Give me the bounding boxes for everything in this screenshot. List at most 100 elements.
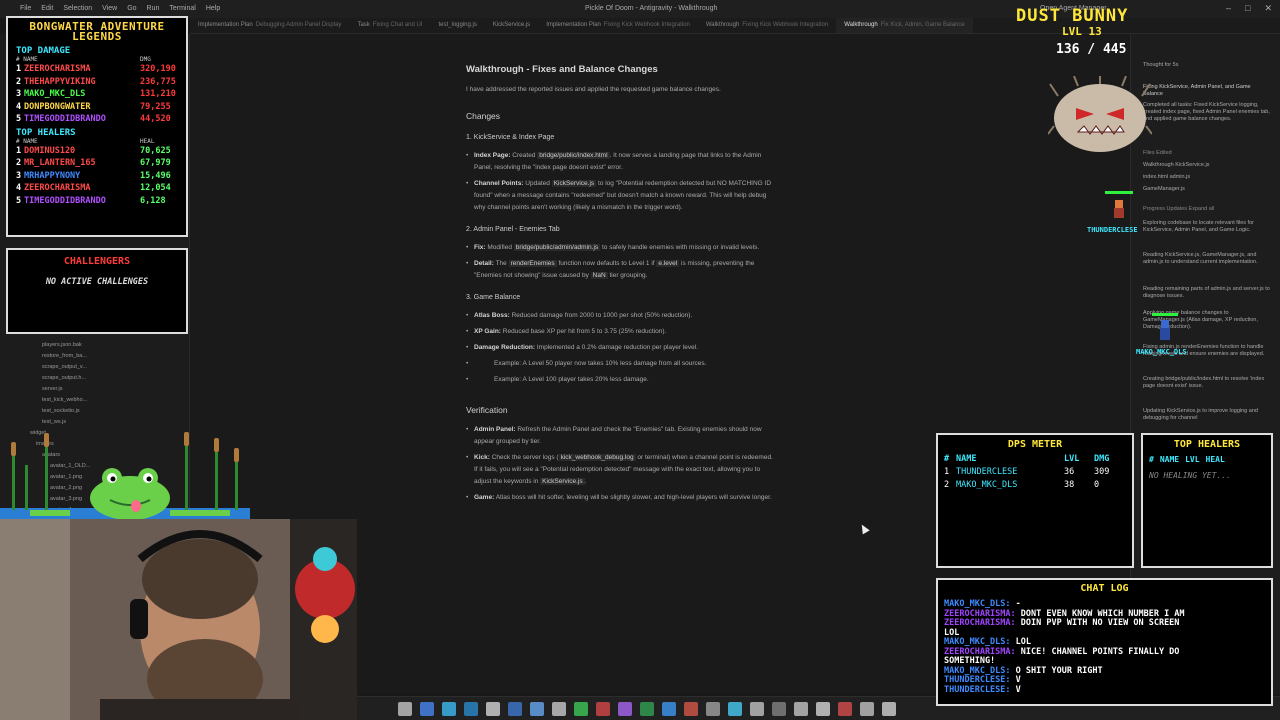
chat-text: DOIN PVP WITH NO VIEW ON SCREEN	[1020, 618, 1180, 628]
file-item[interactable]: test_socketio.js	[42, 406, 90, 417]
damage-row: 1 ZEEROCHARISMA 320,190	[8, 63, 186, 76]
taskbar-app-icon[interactable]	[816, 702, 830, 716]
bullet-item: Channel Points: Updated KickService.js t…	[466, 178, 776, 214]
chat-user: THUNDERCLESE:	[944, 684, 1011, 695]
progress-updates-heading[interactable]: Progress Updates Expand all	[1143, 206, 1271, 213]
tab-implementation-plan-1[interactable]: Implementation Plan Debugging Admin Panel…	[190, 18, 349, 33]
bullet-item: Admin Panel: Refresh the Admin Panel and…	[466, 424, 776, 448]
taskbar-app-icon[interactable]	[662, 702, 676, 716]
edited-file-link[interactable]: Walkthrough KickService.js	[1143, 162, 1271, 169]
player-name: DONPBONGWATER	[24, 101, 91, 112]
dps-row: 2 MAKO_MKC_DLS 38 0	[944, 480, 1100, 490]
minimize-icon[interactable]: –	[1226, 3, 1231, 14]
taskbar-app-icon[interactable]	[442, 702, 456, 716]
player-name: TIMEGODDIDBRANDO	[24, 114, 106, 124]
file-item[interactable]: test_kick_webho...	[42, 395, 90, 406]
damage-row: 2 THEHAPPYVIKING 236,775	[8, 76, 186, 89]
tab-kickservice[interactable]: KickService.js	[485, 18, 538, 33]
taskbar-app-icon[interactable]	[596, 702, 610, 716]
maximize-icon[interactable]: □	[1245, 3, 1250, 14]
score-value: 131,210	[140, 89, 176, 99]
menu-help[interactable]: Help	[206, 5, 220, 12]
dps-meter-title: DPS METER	[1007, 439, 1063, 450]
file-link[interactable]: bridge/public/index.html	[537, 152, 610, 159]
score-value: 70,625	[140, 145, 171, 156]
tab-test-logging[interactable]: test_logging.js	[430, 18, 484, 33]
rank: 4	[16, 183, 22, 193]
taskbar-app-icon[interactable]	[882, 702, 896, 716]
bullet-item: Detail: The renderEnemies function now d…	[466, 258, 776, 282]
chat-text: V	[1015, 684, 1021, 695]
taskbar-app-icon[interactable]	[750, 702, 764, 716]
taskbar-app-icon[interactable]	[486, 702, 500, 716]
menu-run[interactable]: Run	[147, 5, 160, 12]
file-item[interactable]: players.json.bak	[42, 340, 90, 351]
close-icon[interactable]: ✕	[1264, 3, 1272, 14]
taskbar-app-icon[interactable]	[728, 702, 742, 716]
taskbar-app-icon[interactable]	[684, 702, 698, 716]
file-link[interactable]: bridge/public/admin/admin.js	[513, 244, 601, 251]
chat-user: THUNDERCLESE:	[944, 675, 1011, 685]
taskbar-app-icon[interactable]	[464, 702, 478, 716]
damage-row: 5 TIMEGODDIDBRANDO 44,520	[8, 113, 186, 126]
tab-walkthrough-1[interactable]: Walkthrough Fixing Kick Webhook Integrati…	[698, 18, 836, 33]
taskbar-app-icon[interactable]	[420, 702, 434, 716]
taskbar-app-icon[interactable]	[838, 702, 852, 716]
file-link[interactable]: KickService.js	[551, 180, 597, 187]
menu-bar: File Edit Selection View Go Run Terminal…	[20, 5, 220, 12]
rank: 4	[16, 101, 22, 112]
top-healers-title: TOP HEALERS	[1173, 439, 1241, 450]
taskbar-app-icon[interactable]	[552, 702, 566, 716]
menu-file[interactable]: File	[20, 5, 31, 12]
menu-view[interactable]: View	[102, 5, 117, 12]
section-heading: 3. Game Balance	[466, 294, 521, 301]
file-item[interactable]: scrape_output.h...	[42, 373, 90, 384]
taskbar-app-icon[interactable]	[860, 702, 874, 716]
file-item[interactable]: scrape_output_v...	[42, 362, 90, 373]
tab-task[interactable]: Task Fixing Chat and UI	[349, 18, 430, 33]
taskbar-app-icon[interactable]	[640, 702, 654, 716]
player-name: TIMEGODDIDBRANDO	[24, 195, 106, 206]
file-item[interactable]: server.js	[42, 384, 90, 395]
agent-thought[interactable]: Thought for 5s	[1143, 62, 1271, 69]
player-tag: MAKO_MKC_DLS	[1136, 348, 1187, 356]
taskbar-app-icon[interactable]	[706, 702, 720, 716]
taskbar-app-icon[interactable]	[772, 702, 786, 716]
score-value: 12,054	[140, 183, 171, 193]
taskbar-app-icon[interactable]	[574, 702, 588, 716]
dps-meter-panel: DPS METER # NAME LVL DMG 1 THUNDERCLESE 36 309…	[936, 433, 1134, 568]
progress-step: Exploring codebase to locate relevant fi…	[1143, 220, 1254, 233]
file-link[interactable]: kick_webhook_debug.log	[558, 454, 636, 461]
file-item[interactable]: restore_from_ba...	[42, 351, 90, 362]
file-item[interactable]: test_ws.js	[42, 417, 90, 428]
progress-step: Updating KickService.js to improve loggi…	[1143, 408, 1258, 421]
menu-edit[interactable]: Edit	[41, 5, 53, 12]
tab-walkthrough-2[interactable]: Walkthrough Fix Kick, Admin, Game Balance	[836, 18, 973, 33]
edited-file-link[interactable]: GameManager.js	[1143, 186, 1271, 193]
rank: 3	[16, 170, 22, 181]
menu-go[interactable]: Go	[127, 5, 136, 12]
chat-text: V	[1015, 675, 1021, 685]
challengers-message: NO ACTIVE CHALLENGES	[45, 277, 149, 287]
damage-row: 4 DONPBONGWATER 79,255	[8, 101, 186, 114]
chat-message: THUNDERCLESE: V	[938, 684, 1271, 696]
taskbar-app-icon[interactable]	[618, 702, 632, 716]
menu-selection[interactable]: Selection	[63, 5, 92, 12]
rank: 5	[16, 195, 22, 206]
top-damage-heading: TOP DAMAGE	[16, 46, 71, 56]
chat-text: DONT EVEN KNOW WHICH NUMBER I AM	[1020, 608, 1185, 619]
file-link[interactable]: KickService.js	[540, 478, 585, 485]
menu-terminal[interactable]: Terminal	[169, 5, 195, 12]
healers-row: 4 ZEEROCHARISMA 12,054	[8, 182, 186, 195]
taskbar-app-icon[interactable]	[508, 702, 522, 716]
tab-implementation-plan-2[interactable]: Implementation Plan Fixing Kick Webhook I…	[538, 18, 698, 33]
player-name: ZEEROCHARISMA	[24, 64, 91, 74]
taskbar-app-icon[interactable]	[530, 702, 544, 716]
top-healers-heading: TOP HEALERS	[16, 127, 76, 138]
section-heading: 1. KickService & Index Page	[466, 134, 555, 141]
taskbar-app-icon[interactable]	[794, 702, 808, 716]
taskbar-app-icon[interactable]	[398, 702, 412, 716]
leaderboard-overlay: BONGWATER ADVENTURE LEGENDS TOP DAMAGE #…	[6, 16, 188, 237]
boss-sprite	[1048, 76, 1152, 152]
edited-file-link[interactable]: index.html admin.js	[1143, 174, 1271, 181]
